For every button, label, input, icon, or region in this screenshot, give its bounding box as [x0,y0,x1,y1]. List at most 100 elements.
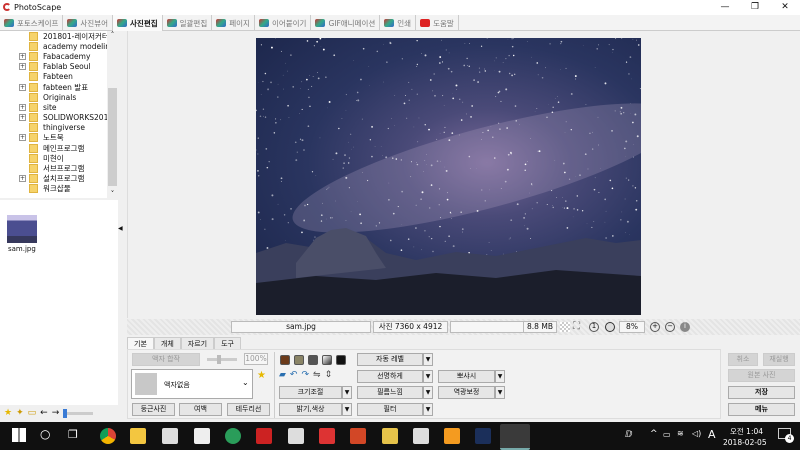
clock-time[interactable]: 오전 1:04 [730,426,763,437]
favorite-star-icon[interactable]: ★ [4,408,12,418]
add-favorite-icon[interactable]: ✦ [16,408,24,418]
auto-level-dropdown[interactable]: ▼ [423,353,433,366]
tree-folder[interactable]: + 설치프로그램 [0,174,118,184]
scroll-thumb[interactable] [108,88,117,186]
photo-canvas[interactable] [256,38,641,315]
powerpoint-icon[interactable] [350,428,366,444]
fit-screen-icon[interactable]: ⛶ [573,321,580,332]
soft-focus-dropdown[interactable]: ▼ [495,370,505,383]
backlight-dropdown[interactable]: ▼ [495,386,505,399]
tab-8[interactable]: 도움말 [416,15,459,31]
original-photo-button[interactable]: 원본 사진 [728,369,795,382]
zoom-in-icon[interactable]: + [650,322,660,332]
back-arrow-icon[interactable]: ← [40,408,48,418]
flip-icon[interactable]: ▰ [279,370,286,380]
tree-folder[interactable]: thingiverse [0,123,118,133]
resize-button[interactable]: 크기조절 [279,386,342,399]
thumbnail-image[interactable] [7,215,37,243]
tree-folder[interactable]: + site [0,102,118,112]
store-icon[interactable] [162,428,178,444]
tree-folder[interactable]: + 노트북 [0,133,118,143]
fit-zoom-icon[interactable] [605,322,615,332]
tree-folder[interactable]: 워크샵물 [0,184,118,194]
margin-button[interactable]: 여백 [179,403,222,416]
info-icon[interactable]: i [680,322,690,332]
transparency-icon[interactable] [560,322,570,332]
flip-horizontal-icon[interactable]: ⇋ [313,370,321,380]
expand-icon[interactable]: + [19,52,26,60]
menu-button[interactable]: 메뉴 [728,403,795,416]
mail-icon[interactable] [194,428,210,444]
grayscale-preset-icon[interactable] [308,355,318,365]
negative-preset-icon[interactable] [336,355,346,365]
wifi-icon[interactable]: ≋ [677,429,684,438]
bw-preset-icon[interactable] [322,355,332,365]
expand-icon[interactable]: + [19,175,26,183]
tab-1[interactable]: 사진뷰어 [63,15,114,31]
ime-indicator[interactable]: A [708,428,716,441]
undo-button[interactable]: 취소 [728,353,758,366]
filter-button[interactable]: 필터 [357,403,423,416]
vintage-preset-icon[interactable] [294,355,304,365]
tab-4[interactable]: 페이지 [212,15,255,31]
maximize-button[interactable]: ❐ [740,0,770,15]
round-photo-button[interactable]: 둥근사진 [132,403,175,416]
filter-dropdown[interactable]: ▼ [423,403,433,416]
expand-icon[interactable]: + [19,83,26,91]
minimize-button[interactable]: — [710,0,740,15]
opacity-slider[interactable] [207,355,237,364]
windows-start-icon[interactable] [12,428,26,442]
fusion-icon[interactable] [444,428,460,444]
expand-icon[interactable]: + [19,63,26,71]
tab-7[interactable]: 인쇄 [380,15,417,31]
forward-arrow-icon[interactable]: → [52,408,60,418]
tree-folder[interactable]: + fabteen 발표 [0,82,118,92]
flip-vertical-icon[interactable]: ⇕ [325,370,333,380]
collapse-panel-icon[interactable]: ◀ [118,225,123,232]
app-icon[interactable] [225,428,241,444]
thumbnail-size-slider[interactable] [63,408,94,418]
tab-3[interactable]: 일괄편집 [163,15,213,31]
rotate-right-icon[interactable]: ↷ [301,370,309,380]
notepad-icon[interactable] [288,428,304,444]
tree-folder[interactable]: academy modeling [0,41,118,51]
auto-level-button[interactable]: 자동 레벨 [357,353,423,366]
tab-0[interactable]: 포토스케이프 [0,15,64,31]
pdf-icon[interactable] [319,428,335,444]
clock-date[interactable]: 2018-02-05 [723,438,767,447]
tree-folder[interactable]: 서브프로그램 [0,163,118,174]
tree-folder[interactable]: 메인프로그램 [0,143,118,153]
close-button[interactable]: ✕ [770,0,800,15]
tray-chevron-icon[interactable]: ^ [650,429,658,439]
backlight-button[interactable]: 역광보정 [438,386,495,399]
photoscape-taskbar-icon[interactable] [500,424,530,450]
tree-scrollbar[interactable]: ˄ ˅ [107,31,118,198]
task-view-icon[interactable]: ❐ [68,428,78,441]
film-effect-button[interactable]: 필름느낌 [357,386,423,399]
solidworks-icon[interactable] [256,428,272,444]
file-explorer-icon[interactable] [130,428,146,444]
tree-folder[interactable]: Fabteen [0,72,118,82]
brightness-color-button[interactable]: 밝기,색상 [279,403,342,416]
expand-icon[interactable]: + [19,103,26,111]
actual-size-icon[interactable]: 1 [589,322,599,332]
film-dropdown[interactable]: ▼ [423,386,433,399]
photoshop-icon[interactable] [475,428,491,444]
chrome-icon[interactable] [100,428,116,444]
tab-6[interactable]: GIF애니메이션 [311,15,381,31]
frame-merge-button[interactable]: 액자 합작 [132,353,200,366]
expand-icon[interactable]: + [19,114,26,122]
tree-folder[interactable]: Originals [0,92,118,102]
search-icon[interactable]: ○ [40,427,50,441]
people-icon[interactable]: ⅅ [625,430,632,440]
volume-icon[interactable]: ◁) [692,429,701,438]
zoom-out-icon[interactable]: − [665,322,675,332]
rotate-left-icon[interactable]: ↶ [290,370,298,380]
border-line-button[interactable]: 테두리선 [227,403,270,416]
soft-focus-button[interactable]: 뽀샤시 [438,370,495,383]
tree-folder[interactable]: + SOLIDWORKS2012 [0,113,118,123]
tree-folder[interactable]: 201801-레이저커터_ [0,31,118,41]
tab-5[interactable]: 이어붙이기 [255,15,312,31]
folder-icon[interactable]: ▭ [28,408,37,418]
tab-2[interactable]: 사진편집 [113,15,163,31]
